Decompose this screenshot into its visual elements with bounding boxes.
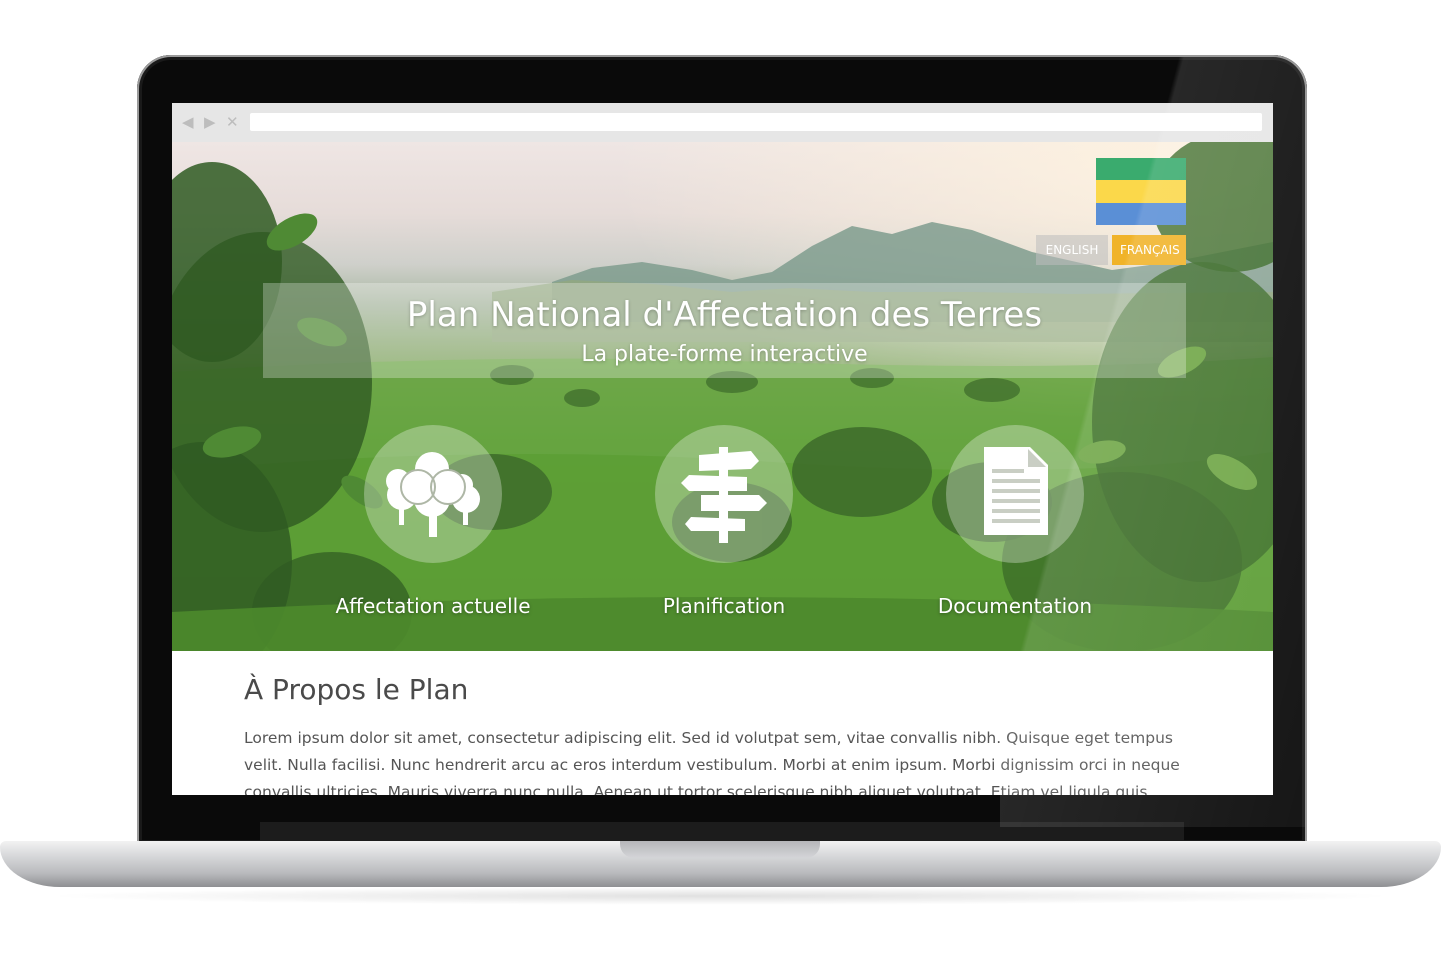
document-icon bbox=[984, 447, 1048, 535]
laptop-notch bbox=[620, 841, 820, 858]
page-subtitle: La plate-forme interactive bbox=[581, 342, 868, 367]
feature-circle[interactable] bbox=[946, 425, 1084, 563]
feature-planification[interactable]: Planification bbox=[604, 425, 844, 619]
hero-banner: ENGLISH FRANÇAIS Plan National d'Affecta… bbox=[172, 142, 1273, 651]
laptop-shadow bbox=[40, 887, 1400, 905]
page-title: Plan National d'Affectation des Terres bbox=[406, 295, 1043, 335]
feature-documentation[interactable]: Documentation bbox=[895, 425, 1135, 619]
title-box: Plan National d'Affectation des Terres L… bbox=[263, 283, 1186, 378]
close-icon[interactable]: ✕ bbox=[226, 112, 239, 132]
language-french-button[interactable]: FRANÇAIS bbox=[1112, 235, 1186, 265]
browser-chrome: ◀ ▶ ✕ bbox=[172, 103, 1273, 143]
gabon-flag bbox=[1096, 158, 1186, 225]
forward-icon[interactable]: ▶ bbox=[204, 112, 216, 132]
signpost-icon bbox=[681, 447, 767, 543]
trees-icon bbox=[386, 452, 480, 537]
address-bar[interactable] bbox=[250, 113, 1262, 131]
flag-stripe bbox=[1096, 180, 1186, 203]
laptop-hinge bbox=[260, 822, 1184, 842]
feature-affectation-actuelle[interactable]: Affectation actuelle bbox=[313, 425, 553, 619]
feature-circle[interactable] bbox=[364, 425, 502, 563]
about-section: À Propos le Plan Lorem ipsum dolor sit a… bbox=[172, 651, 1273, 795]
flag-stripe bbox=[1096, 158, 1186, 181]
feature-circle[interactable] bbox=[655, 425, 793, 563]
feature-label: Documentation bbox=[937, 594, 1093, 618]
feature-label: Affectation actuelle bbox=[335, 594, 531, 618]
back-icon[interactable]: ◀ bbox=[182, 112, 194, 132]
feature-label: Planification bbox=[662, 594, 786, 618]
about-body: Lorem ipsum dolor sit amet, consectetur … bbox=[244, 729, 1180, 795]
about-title: À Propos le Plan bbox=[244, 673, 469, 706]
language-english-button[interactable]: ENGLISH bbox=[1036, 235, 1108, 265]
flag-stripe bbox=[1096, 202, 1186, 225]
laptop-screen: ◀ ▶ ✕ ENGLISH FRANÇAIS Plan National d'A… bbox=[172, 103, 1273, 795]
